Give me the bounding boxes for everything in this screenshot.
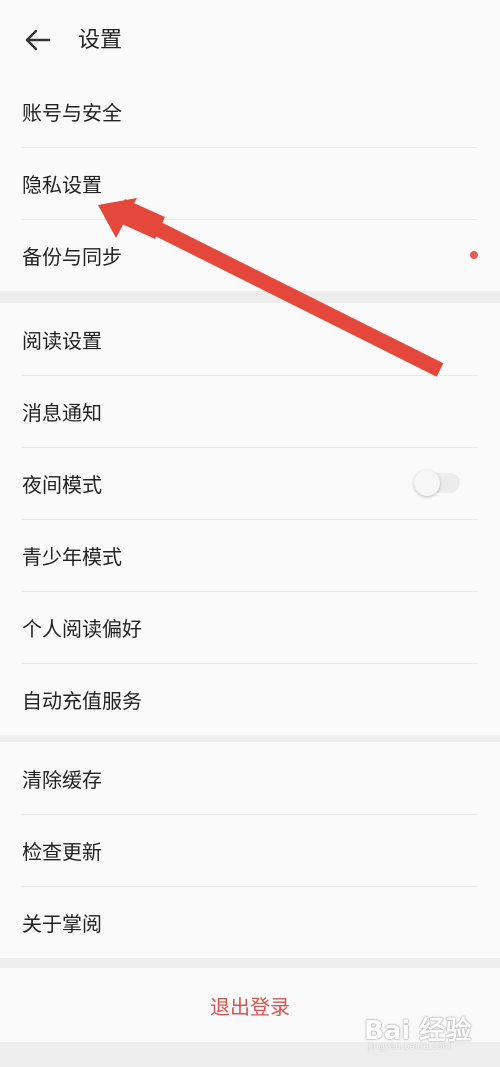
settings-item-reading-settings[interactable]: 阅读设置 [0,303,500,375]
settings-item-label: 自动充值服务 [22,688,142,713]
settings-item-label: 关于掌阅 [22,911,102,936]
settings-item-night-mode: 夜间模式 [0,447,500,519]
watermark-url: jingyan.baidu.com [368,1042,452,1052]
settings-item-label: 个人阅读偏好 [22,616,142,641]
settings-item-account-security[interactable]: 账号与安全 [0,75,500,147]
settings-item-notifications[interactable]: 消息通知 [0,375,500,447]
logout-label: 退出登录 [210,994,290,1019]
baidu-jingyan-watermark: Bai 经验 jingyan.baidu.com [364,1010,484,1054]
settings-group-reading: 阅读设置 消息通知 夜间模式 青少年模式 个人阅读偏好 自动充值服务 [0,303,500,735]
settings-item-backup-sync[interactable]: 备份与同步 [0,219,500,291]
night-mode-toggle[interactable] [414,470,460,496]
settings-item-auto-recharge[interactable]: 自动充值服务 [0,663,500,735]
settings-group-account: 账号与安全 隐私设置 备份与同步 [0,75,500,291]
settings-item-reading-preferences[interactable]: 个人阅读偏好 [0,591,500,663]
settings-item-label: 隐私设置 [22,172,102,197]
settings-item-check-update[interactable]: 检查更新 [0,814,500,886]
settings-item-label: 检查更新 [22,839,102,864]
settings-item-label: 夜间模式 [22,472,102,497]
settings-item-label: 备份与同步 [22,244,122,269]
settings-group-app: 清除缓存 检查更新 关于掌阅 [0,742,500,958]
arrow-left-icon [25,29,51,51]
page-title: 设置 [78,28,123,53]
top-bar: 设置 [0,0,500,78]
settings-item-clear-cache[interactable]: 清除缓存 [0,742,500,814]
settings-item-about[interactable]: 关于掌阅 [0,886,500,958]
back-button[interactable] [22,24,54,56]
toggle-knob [414,470,440,496]
settings-item-label: 清除缓存 [22,767,102,792]
new-badge-dot [470,251,478,259]
settings-item-label: 账号与安全 [22,100,122,125]
settings-item-privacy[interactable]: 隐私设置 [0,147,500,219]
settings-item-label: 青少年模式 [22,544,122,569]
settings-item-label: 消息通知 [22,400,102,425]
settings-item-label: 阅读设置 [22,328,102,353]
settings-item-teen-mode[interactable]: 青少年模式 [0,519,500,591]
